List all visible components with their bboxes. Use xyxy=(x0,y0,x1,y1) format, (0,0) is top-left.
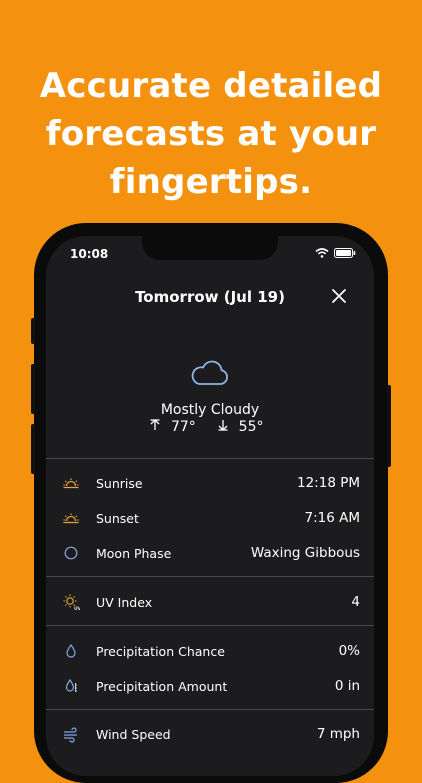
moon-icon xyxy=(64,546,78,560)
arrow-up-icon xyxy=(150,419,160,430)
high-temp: 77° xyxy=(150,419,206,435)
notch xyxy=(142,236,278,260)
low-temp-value: 55° xyxy=(238,419,264,435)
temperature-range: 77° 55° xyxy=(46,419,374,435)
low-temp: 55° xyxy=(218,419,269,435)
rain-gauge-icon xyxy=(65,678,77,692)
precipitation-chance-label: Precipitation Chance xyxy=(96,643,225,659)
mute-switch xyxy=(31,318,35,344)
precipitation-amount-label: Precipitation Amount xyxy=(96,678,228,694)
battery-icon xyxy=(334,248,356,258)
arrow-down-icon xyxy=(218,420,228,431)
high-temp-value: 77° xyxy=(170,419,196,435)
detail-row-wind-speed: Wind Speed 7 mph xyxy=(46,722,374,746)
precipitation-amount-value: 0 in xyxy=(334,678,360,694)
divider xyxy=(46,576,374,577)
uv-index-value: 4 xyxy=(351,594,360,610)
detail-row-precipitation-chance: Precipitation Chance 0% xyxy=(46,639,374,663)
divider xyxy=(46,709,374,710)
power-button xyxy=(387,385,391,467)
sunrise-icon xyxy=(63,478,79,489)
moon-phase-value: Waxing Gibbous xyxy=(250,545,360,561)
app-screen: 10:08 Tomorrow (Jul 19) Mostly Cloudy 77… xyxy=(46,236,374,776)
sunset-value: 7:16 AM xyxy=(304,510,361,526)
divider xyxy=(46,458,374,459)
page-title: Tomorrow (Jul 19) xyxy=(135,288,285,306)
status-icons xyxy=(315,248,356,258)
detail-row-uv-index: UV UV Index 4 xyxy=(46,590,374,614)
headline-line-2: forecasts at your xyxy=(45,114,377,154)
headline-line-1: Accurate detailed xyxy=(39,66,383,106)
detail-row-precipitation-amount: Precipitation Amount 0 in xyxy=(46,674,374,698)
headline-line-3: fingertips. xyxy=(109,162,313,202)
sunrise-label: Sunrise xyxy=(96,475,143,491)
cloud-icon xyxy=(191,360,228,385)
condition-text: Mostly Cloudy xyxy=(160,402,260,418)
sunset-label: Sunset xyxy=(96,510,139,526)
close-icon[interactable] xyxy=(330,287,348,305)
wind-icon xyxy=(64,727,77,743)
status-time: 10:08 xyxy=(70,247,109,261)
wind-speed-label: Wind Speed xyxy=(96,726,171,742)
volume-down-button xyxy=(31,424,35,474)
uv-index-label: UV Index xyxy=(96,594,153,610)
detail-row-sunrise: Sunrise 12:18 PM xyxy=(46,471,374,495)
moon-phase-label: Moon Phase xyxy=(96,545,172,561)
precipitation-chance-value: 0% xyxy=(338,643,360,659)
detail-row-moon-phase: Moon Phase Waxing Gibbous xyxy=(46,541,374,565)
uv-icon: UV xyxy=(63,594,80,611)
sunrise-value: 12:18 PM xyxy=(297,475,360,491)
marketing-headline: Accurate detailed forecasts at your fing… xyxy=(0,62,422,206)
sunset-icon xyxy=(63,513,79,524)
volume-up-button xyxy=(31,364,35,414)
wind-speed-value: 7 mph xyxy=(316,726,360,742)
divider xyxy=(46,625,374,626)
droplet-icon xyxy=(66,643,76,658)
wifi-icon xyxy=(315,248,329,258)
svg-text:UV: UV xyxy=(74,606,80,611)
detail-row-sunset: Sunset 7:16 AM xyxy=(46,506,374,530)
